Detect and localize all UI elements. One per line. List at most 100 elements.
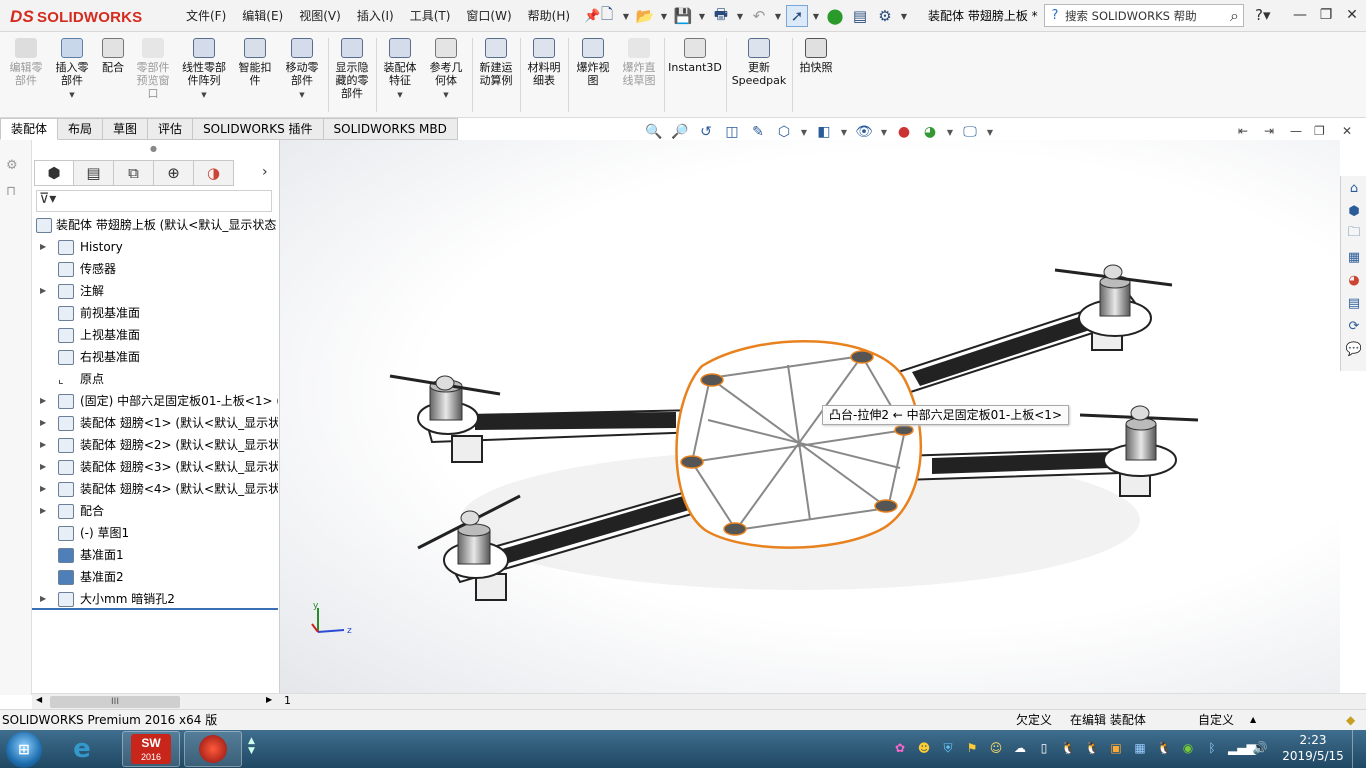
print-icon[interactable]: 🖶 xyxy=(710,5,732,27)
solidworks-forum-icon[interactable]: ⟳ xyxy=(1343,315,1365,337)
apply-scene-icon[interactable]: ◕ xyxy=(920,122,940,142)
menu-window[interactable]: 窗口(W) xyxy=(458,0,519,32)
chevron-down-icon[interactable]: ▼ xyxy=(773,5,783,27)
chevron-down-icon[interactable]: ▼ xyxy=(621,5,631,27)
chevron-down-icon[interactable]: ▼ xyxy=(840,122,848,142)
tab-sketch[interactable]: 草图 xyxy=(103,118,149,140)
search-icon[interactable]: ⌕ xyxy=(1230,6,1239,26)
chevron-down-icon[interactable]: ▼ xyxy=(986,122,994,142)
restore-button[interactable]: ❐ xyxy=(1314,5,1338,25)
property-manager-tab-icon[interactable]: ▤ xyxy=(74,160,114,186)
help-search-box[interactable]: ? 搜索 SOLIDWORKS 帮助 ⌕ xyxy=(1044,4,1244,27)
menu-tools[interactable]: 工具(T) xyxy=(402,0,459,32)
mate-button[interactable]: 配合 xyxy=(98,38,128,74)
exploded-view-button[interactable]: 爆炸视 图 xyxy=(572,38,614,87)
volume-tray-icon[interactable]: 🔊 xyxy=(1252,740,1268,756)
tree-node-plane2[interactable]: 基准面2 xyxy=(32,566,278,588)
sketch-icon[interactable]: ⊓ xyxy=(6,184,16,199)
rollback-bar[interactable] xyxy=(32,608,278,610)
resources-icon[interactable]: ⬢ xyxy=(1343,200,1365,222)
expand-arrow-icon[interactable]: ▶ xyxy=(40,588,50,610)
minimize-button[interactable]: — xyxy=(1288,5,1312,25)
assembly-component-icon[interactable]: ⚙ xyxy=(6,158,18,173)
new-motion-study-button[interactable]: 新建运 动算例 xyxy=(476,38,516,87)
dynamic-annotation-icon[interactable]: ✎ xyxy=(748,122,768,142)
tree-node-front-plane[interactable]: 前视基准面 xyxy=(32,302,278,324)
menu-help[interactable]: 帮助(H) xyxy=(520,0,578,32)
center-plate[interactable] xyxy=(675,339,923,549)
scroll-right-icon[interactable]: ▶ xyxy=(266,695,272,704)
tree-node-fixed-plate[interactable]: ▶ (固定) 中部六足固定板01-上板<1> ( xyxy=(32,390,278,412)
viewport-restore-button[interactable]: ❐ xyxy=(1314,124,1325,138)
media-player-taskbar-button[interactable] xyxy=(184,731,242,767)
tab-assembly[interactable]: 装配体 xyxy=(0,118,59,140)
feature-tree-tab-icon[interactable]: ⬢ xyxy=(34,160,74,186)
chevron-down-icon[interactable]: ▼ xyxy=(946,122,954,142)
file-properties-icon[interactable]: ▤ xyxy=(849,5,871,27)
tree-root-assembly[interactable]: 装配体 带翅膀上板 (默认<默认_显示状态 xyxy=(32,214,278,236)
network-adapter-tray-icon[interactable]: ▦ xyxy=(1132,740,1148,756)
expand-arrow-icon[interactable]: ▶ xyxy=(40,434,50,456)
panel-splitter-handle[interactable]: ● xyxy=(150,144,157,153)
menu-insert[interactable]: 插入(I) xyxy=(349,0,402,32)
model-tab[interactable]: 1 xyxy=(284,694,291,707)
tag-icon[interactable]: ◆ xyxy=(1346,710,1355,730)
assembly-features-button[interactable]: 装配体 特征 ▼ xyxy=(380,38,420,102)
show-desktop-button[interactable] xyxy=(1352,730,1366,768)
usb-tray-icon[interactable]: ▯ xyxy=(1036,740,1052,756)
system-clock[interactable]: 2:23 2019/5/15 xyxy=(1280,732,1346,764)
chevron-right-icon[interactable]: › xyxy=(262,164,268,180)
close-button[interactable]: ✕ xyxy=(1340,5,1364,25)
display-style-icon[interactable]: ◧ xyxy=(814,122,834,142)
tree-node-dowel-hole[interactable]: ▶ 大小mm 暗销孔2 xyxy=(32,588,278,610)
section-view-icon[interactable]: ◫ xyxy=(722,122,742,142)
select-cursor-icon[interactable]: ➚ xyxy=(786,5,808,27)
tree-horizontal-scrollbar[interactable]: ◀ III ▶ xyxy=(32,693,280,709)
options-gear-icon[interactable]: ⚙ xyxy=(874,5,896,27)
file-explorer-icon[interactable]: ▦ xyxy=(1343,246,1365,268)
tree-node-wing-3[interactable]: ▶ 装配体 翅膀<3> (默认<默认_显示状 xyxy=(32,456,278,478)
menu-view[interactable]: 视图(V) xyxy=(291,0,349,32)
box-tray-icon[interactable]: ▣ xyxy=(1108,740,1124,756)
show-hidden-components-button[interactable]: 显示隐 藏的零 部件 xyxy=(332,38,372,100)
tree-node-sketch1[interactable]: (-) 草图1 xyxy=(32,522,278,544)
qq-tray-icon[interactable]: 🐧 xyxy=(1156,740,1172,756)
viewport-collapse-left-icon[interactable]: ⇤ xyxy=(1238,124,1248,138)
tree-node-top-plane[interactable]: 上视基准面 xyxy=(32,324,278,346)
tab-layout[interactable]: 布局 xyxy=(58,118,104,140)
edit-component-button[interactable]: 编辑零 部件 xyxy=(6,38,46,87)
windows-start-button[interactable]: ⊞ xyxy=(6,732,42,768)
help-icon[interactable]: ?▾ xyxy=(1255,6,1271,24)
take-snapshot-button[interactable]: 拍快照 xyxy=(796,38,836,74)
design-library-icon[interactable]: 🗀 xyxy=(1343,223,1365,245)
chevron-down-icon[interactable]: ▼ xyxy=(178,89,230,102)
tree-node-wing-2[interactable]: ▶ 装配体 翅膀<2> (默认<默认_显示状 xyxy=(32,434,278,456)
tree-node-plane1[interactable]: 基准面1 xyxy=(32,544,278,566)
chevron-down-icon[interactable]: ▼ xyxy=(800,122,808,142)
security-tray-icon[interactable]: ✿ xyxy=(892,740,908,756)
comments-icon[interactable]: 💬 xyxy=(1343,338,1365,360)
dimxpert-tab-icon[interactable]: ⊕ xyxy=(154,160,194,186)
scrollbar-thumb[interactable]: III xyxy=(50,696,180,708)
new-document-icon[interactable]: 🗋 xyxy=(596,5,618,27)
save-icon[interactable]: 💾 xyxy=(672,5,694,27)
expand-arrow-icon[interactable]: ▶ xyxy=(40,412,50,434)
expand-arrow-icon[interactable]: ▶ xyxy=(40,500,50,522)
linear-pattern-button[interactable]: 线性零部 件阵列 ▼ xyxy=(178,38,230,102)
update-speedpak-button[interactable]: 更新 Speedpak xyxy=(730,38,788,87)
chevron-down-icon[interactable]: ▼ xyxy=(280,89,324,102)
instant3d-button[interactable]: Instant3D xyxy=(668,38,722,74)
previous-view-icon[interactable]: ↺ xyxy=(696,122,716,142)
shield-tray-icon[interactable]: ⛨ xyxy=(940,740,956,756)
viewport-collapse-right-icon[interactable]: ⇥ xyxy=(1264,124,1274,138)
chevron-up-icon[interactable]: ▲ xyxy=(1250,710,1256,730)
open-folder-icon[interactable]: 📂 xyxy=(634,5,656,27)
scroll-left-icon[interactable]: ◀ xyxy=(36,695,42,704)
edit-appearance-icon[interactable]: ● xyxy=(894,122,914,142)
viewport-close-button[interactable]: ✕ xyxy=(1342,124,1352,138)
bill-of-materials-button[interactable]: 材料明 细表 xyxy=(524,38,564,87)
tree-node-annotations[interactable]: ▶ 注解 xyxy=(32,280,278,302)
chevron-down-icon[interactable]: ▼ xyxy=(735,5,745,27)
chevron-down-icon[interactable]: ▼ xyxy=(811,5,821,27)
tree-node-sensors[interactable]: 传感器 xyxy=(32,258,278,280)
